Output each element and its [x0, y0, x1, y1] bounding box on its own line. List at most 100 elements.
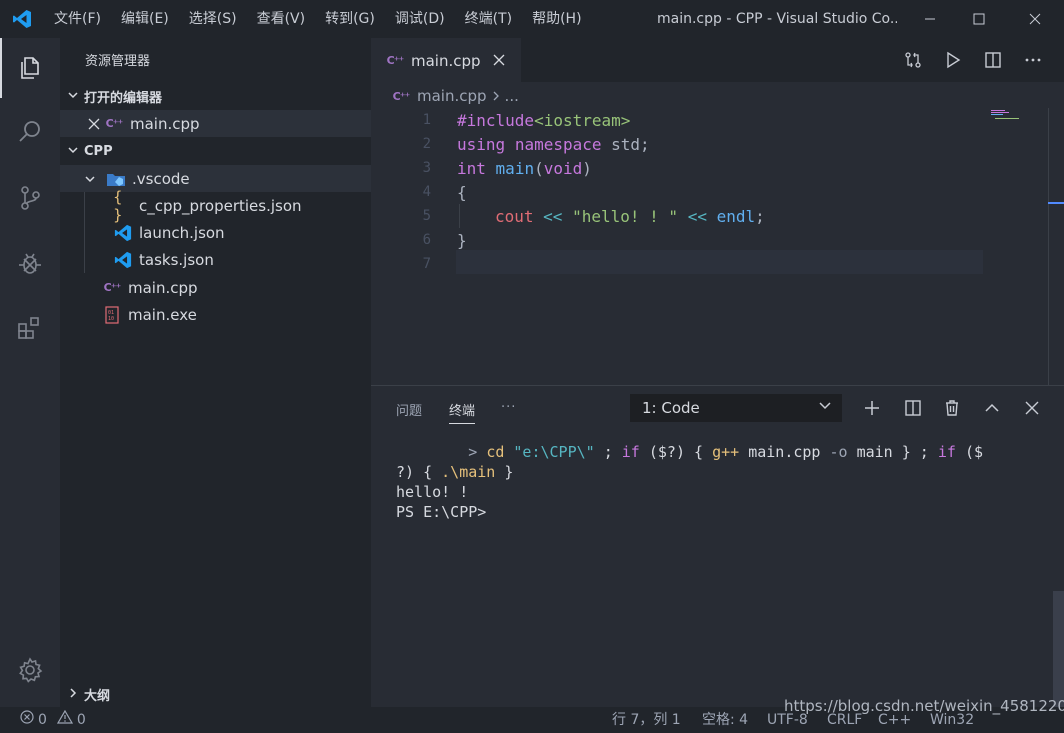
cursor-position[interactable]: 行 7，列 1 — [612, 707, 681, 733]
file-label: main.cpp — [128, 278, 198, 297]
panel-more-icon[interactable]: ··· — [501, 400, 516, 415]
vscode-folder-icon — [106, 169, 126, 189]
binary-file-icon: 01 10 — [102, 305, 122, 325]
split-terminal-icon[interactable] — [901, 396, 925, 420]
trash-icon[interactable] — [940, 396, 964, 420]
search-icon[interactable] — [0, 102, 60, 162]
tree-file-tasks-json[interactable]: tasks.json — [60, 246, 371, 273]
scroll-position-marker — [1048, 202, 1064, 204]
json-file-icon: { } — [113, 187, 123, 224]
tree-file-main-exe[interactable]: 01 10 main.exe — [60, 301, 371, 328]
menu-view[interactable]: 查看(V) — [247, 0, 316, 38]
terminal-line: > cd "e:\CPP\" ; if ($?) { g++ main.cpp … — [396, 443, 984, 461]
menu-selection[interactable]: 选择(S) — [179, 0, 247, 38]
explorer-icon[interactable] — [0, 38, 60, 98]
outline-header[interactable]: 大纲 — [60, 681, 371, 707]
code-line: 5 cout << "hello! ! " << endl; — [371, 204, 991, 228]
close-window-button[interactable] — [1010, 0, 1060, 38]
menu-file[interactable]: 文件(F) — [44, 0, 111, 38]
tab-label: main.cpp — [411, 51, 481, 70]
line-number: 1 — [422, 112, 431, 128]
maximize-button[interactable] — [954, 0, 1004, 38]
watermark: https://blog.csdn.net/weixin_45812201 — [784, 697, 1064, 715]
window-title: main.cpp - CPP - Visual Studio Co... — [657, 11, 897, 27]
activity-bar — [0, 38, 60, 707]
chevron-down-icon — [60, 144, 84, 159]
file-label: launch.json — [139, 223, 225, 242]
close-panel-icon[interactable] — [1020, 396, 1044, 420]
terminal-output[interactable]: > cd "e:\CPP\" ; if ($?) { g++ main.cpp … — [396, 442, 1036, 522]
line-number: 5 — [422, 208, 431, 224]
terminal-scrollbar[interactable] — [1053, 591, 1064, 708]
project-header[interactable]: CPP — [60, 138, 371, 164]
indent-guide — [459, 204, 460, 228]
close-icon[interactable] — [86, 114, 102, 134]
minimap[interactable] — [991, 108, 1051, 128]
breadcrumb-more[interactable]: ... — [505, 87, 519, 105]
run-icon[interactable] — [941, 48, 965, 72]
debug-icon[interactable] — [0, 233, 60, 293]
code-text: cout << "hello! ! " << endl; — [495, 206, 765, 226]
code-text: int main(void) — [457, 158, 592, 178]
code-line: 7 — [371, 252, 991, 276]
menu-bar: 文件(F) 编辑(E) 选择(S) 查看(V) 转到(G) 调试(D) 终端(T… — [44, 0, 592, 38]
error-count: 0 — [38, 712, 47, 728]
chevron-right-icon — [491, 87, 501, 105]
editor-tab-bar: C⁺⁺ main.cpp — [371, 38, 1064, 82]
new-terminal-icon[interactable] — [860, 396, 884, 420]
terminal-line: ?) { .\main } — [396, 463, 514, 481]
tree-file-main-cpp[interactable]: C⁺⁺ main.cpp — [60, 274, 371, 301]
open-changes-icon[interactable] — [901, 48, 925, 72]
menu-go[interactable]: 转到(G) — [315, 0, 385, 38]
chevron-down-icon — [80, 169, 100, 189]
breadcrumb-file[interactable]: main.cpp — [417, 87, 487, 105]
code-line: 2 using namespace std; — [371, 132, 991, 156]
menu-terminal[interactable]: 终端(T) — [455, 0, 522, 38]
split-editor-icon[interactable] — [981, 48, 1005, 72]
problems-status[interactable]: 0 0 — [20, 707, 86, 733]
chevron-down-icon — [60, 89, 84, 104]
svg-text:10: 10 — [108, 316, 114, 322]
explorer-sidebar: 资源管理器 打开的编辑器 C⁺⁺ main.cpp CPP .vscode { … — [60, 38, 371, 707]
line-number: 2 — [422, 136, 431, 152]
editor-area: C⁺⁺ main.cpp C⁺⁺ main.cpp ... 1 #include… — [371, 38, 1064, 385]
code-line: 6 } — [371, 228, 991, 252]
file-label: .vscode — [132, 169, 190, 188]
line-number: 7 — [422, 256, 431, 272]
editor-scrollbar[interactable] — [1048, 108, 1049, 385]
sidebar-title: 资源管理器 — [85, 54, 151, 69]
menu-help[interactable]: 帮助(H) — [522, 0, 591, 38]
menu-debug[interactable]: 调试(D) — [385, 0, 455, 38]
line-number: 3 — [422, 160, 431, 176]
tab-terminal[interactable]: 终端 — [449, 400, 476, 424]
code-text: #include<iostream> — [457, 110, 631, 130]
indentation[interactable]: 空格: 4 — [702, 707, 748, 733]
tree-folder-vscode[interactable]: .vscode — [60, 165, 371, 192]
tree-file-c-cpp-properties[interactable]: { } c_cpp_properties.json — [60, 187, 371, 224]
extensions-icon[interactable] — [0, 298, 60, 358]
menu-edit[interactable]: 编辑(E) — [111, 0, 179, 38]
minimize-button[interactable] — [905, 0, 955, 38]
file-label: c_cpp_properties.json — [139, 196, 302, 215]
tab-main-cpp[interactable]: C⁺⁺ main.cpp — [371, 38, 521, 82]
code-line: 3 int main(void) — [371, 156, 991, 180]
cpp-file-icon: C⁺⁺ — [392, 89, 411, 103]
more-actions-icon[interactable] — [1021, 48, 1045, 72]
tree-file-launch-json[interactable]: launch.json — [60, 219, 371, 246]
vscode-file-icon — [113, 223, 133, 243]
close-tab-icon[interactable] — [493, 51, 505, 70]
open-editor-item-main-cpp[interactable]: C⁺⁺ main.cpp — [60, 110, 371, 137]
terminal-select[interactable]: 1: Code — [630, 394, 842, 422]
terminal-line: hello! ! — [396, 483, 469, 501]
vscode-file-icon — [113, 250, 133, 270]
error-icon — [20, 707, 34, 733]
outline-label: 大纲 — [84, 688, 111, 704]
cpp-file-icon: C⁺⁺ — [105, 117, 124, 130]
maximize-panel-icon[interactable] — [980, 396, 1004, 420]
open-editors-header[interactable]: 打开的编辑器 — [60, 83, 371, 109]
settings-gear-icon[interactable] — [0, 640, 60, 700]
tab-problems[interactable]: 问题 — [396, 400, 422, 419]
terminal-line: PS E:\CPP> — [396, 503, 487, 521]
chevron-down-icon — [818, 398, 832, 416]
source-control-icon[interactable] — [0, 168, 60, 228]
